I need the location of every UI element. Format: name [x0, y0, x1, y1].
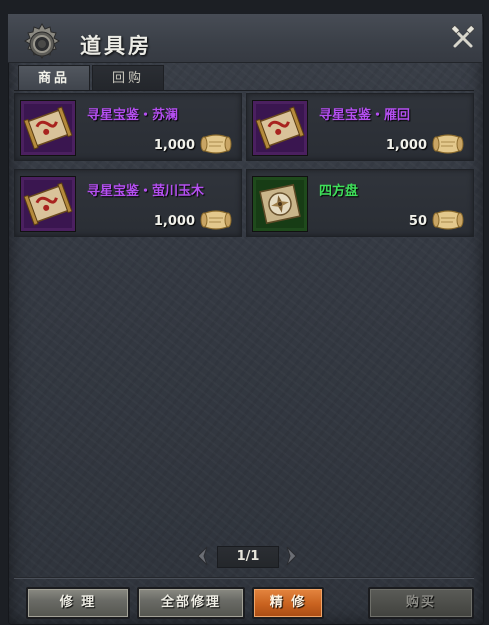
item-grid: 寻星宝鉴・苏澜 1,000 寻星宝鉴・雁回 1,000 寻星宝鉴・萤川玉木 1,…	[14, 93, 474, 241]
gear-icon	[24, 23, 60, 59]
repair-all-button[interactable]: 全部修理	[137, 587, 245, 619]
star-treasure-scroll-icon	[20, 100, 76, 156]
list-item[interactable]: 寻星宝鉴・雁回 1,000	[246, 93, 474, 161]
window-title: 道具房	[80, 34, 152, 58]
list-item[interactable]: 寻星宝鉴・萤川玉木 1,000	[14, 169, 242, 237]
item-name: 寻星宝鉴・萤川玉木	[87, 184, 205, 199]
item-name: 寻星宝鉴・雁回	[319, 108, 411, 123]
chevron-left-icon[interactable]	[195, 545, 209, 567]
list-item[interactable]: 四方盘 50	[246, 169, 474, 237]
chevron-right-icon[interactable]	[285, 545, 299, 567]
item-name: 四方盘	[319, 184, 359, 199]
page-indicator: 1/1	[217, 546, 279, 568]
star-treasure-scroll-icon	[252, 100, 308, 156]
item-name: 寻星宝鉴・苏澜	[87, 108, 179, 123]
buy-button[interactable]: 购买	[368, 587, 474, 619]
tab-buyback[interactable]: 回购	[92, 65, 164, 91]
item-price: 1,000	[153, 138, 195, 153]
repair-button[interactable]: 修 理	[26, 587, 130, 619]
item-price: 1,000	[153, 214, 195, 229]
item-price: 50	[408, 214, 427, 229]
item-price: 1,000	[385, 138, 427, 153]
tab-divider	[14, 90, 474, 91]
fine-repair-button[interactable]: 精 修	[252, 587, 324, 619]
list-item[interactable]: 寻星宝鉴・苏澜 1,000	[14, 93, 242, 161]
tab-goods[interactable]: 商品	[18, 65, 90, 91]
scroll-currency-icon	[432, 210, 464, 230]
compass-disk-icon	[252, 176, 308, 232]
crossed-tools-close-icon[interactable]	[450, 25, 476, 51]
star-treasure-scroll-icon	[20, 176, 76, 232]
scroll-currency-icon	[200, 210, 232, 230]
scroll-currency-icon	[200, 134, 232, 154]
footer-divider	[14, 577, 474, 578]
scroll-currency-icon	[432, 134, 464, 154]
